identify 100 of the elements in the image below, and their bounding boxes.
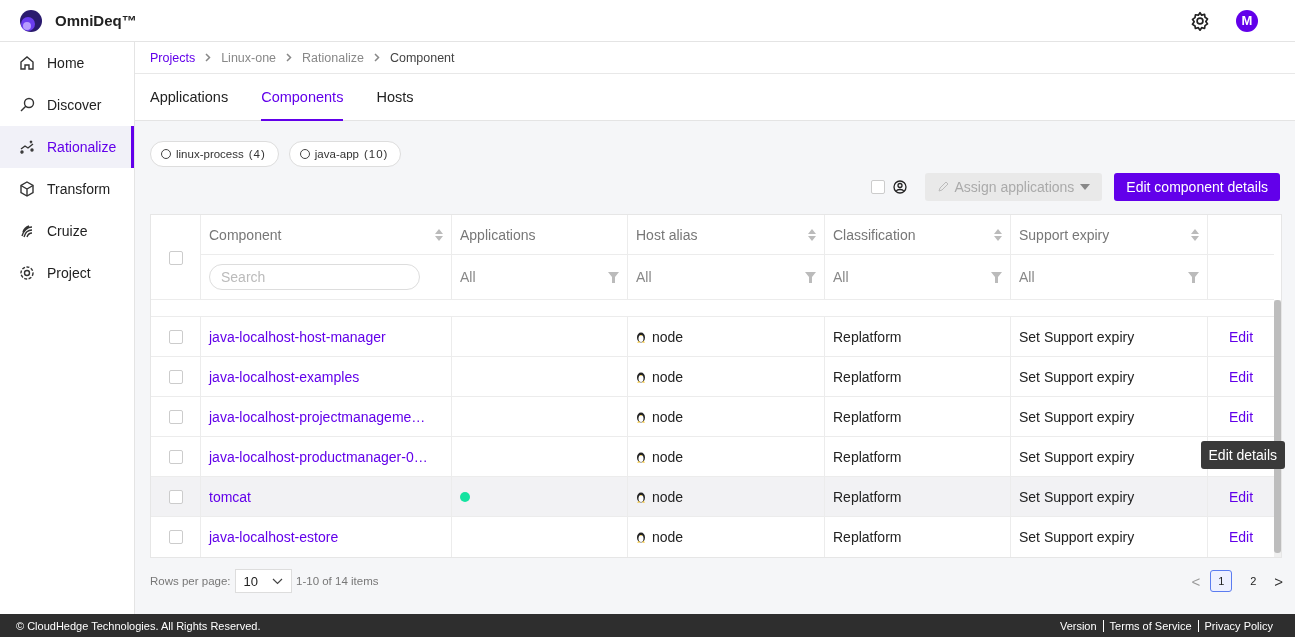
edit-link[interactable]: Edit xyxy=(1228,529,1254,545)
footer-link[interactable]: Privacy Policy xyxy=(1197,619,1279,632)
next-page-button[interactable]: > xyxy=(1274,572,1283,590)
filter-value[interactable]: All xyxy=(833,269,849,285)
penguin-icon xyxy=(636,370,646,383)
user-circle-icon xyxy=(892,180,907,194)
component-link[interactable]: java-localhost-examples xyxy=(209,368,360,385)
page-button[interactable]: 1 xyxy=(1210,570,1233,592)
sidebar-item[interactable]: Project xyxy=(0,252,134,294)
checkbox[interactable] xyxy=(168,489,183,504)
filter-value[interactable]: All xyxy=(460,269,476,285)
chip-label: java-app xyxy=(314,148,359,160)
filter-value[interactable]: All xyxy=(1019,269,1035,285)
sidebar-item[interactable]: Transform xyxy=(0,168,134,210)
sidebar-item[interactable]: Cruize xyxy=(0,210,134,252)
edit-component-details-button[interactable]: Edit component details xyxy=(1114,173,1280,201)
scatter-icon xyxy=(19,139,35,155)
penguin-icon xyxy=(636,531,646,543)
table-cell: Replatform xyxy=(833,488,902,505)
filter-value[interactable]: All xyxy=(636,269,652,285)
filter-icon[interactable] xyxy=(608,271,619,283)
pencil-icon xyxy=(936,181,949,193)
chevron-down-icon xyxy=(272,577,283,585)
chip-count: (4) xyxy=(248,148,266,160)
tooltip: Edit details xyxy=(1200,441,1285,469)
filter-chip[interactable]: linux-process (4) xyxy=(150,141,279,167)
tab[interactable]: Components xyxy=(261,74,344,121)
checkbox[interactable] xyxy=(168,530,183,544)
chip-count: (10) xyxy=(363,148,389,160)
sort-icon[interactable] xyxy=(994,227,1002,242)
caret-icon xyxy=(1080,184,1091,190)
chevron-right-icon xyxy=(205,53,212,62)
filter-icon[interactable] xyxy=(991,271,1002,283)
component-link[interactable]: tomcat xyxy=(209,488,251,505)
app-name: OmniDeq™ xyxy=(55,12,137,29)
search-field[interactable]: Search xyxy=(209,264,420,290)
rows-per-page-label: Rows per page: xyxy=(150,575,231,587)
filter-chip[interactable]: java-app (10) xyxy=(288,141,402,167)
cube-icon xyxy=(19,181,35,197)
column-header: Host alias xyxy=(636,226,698,243)
component-link[interactable]: java-localhost-host-manager xyxy=(209,328,386,345)
breadcrumb-item: Component xyxy=(389,50,455,65)
page-button[interactable]: 2 xyxy=(1242,570,1265,592)
checkbox[interactable] xyxy=(168,329,183,344)
penguin-icon xyxy=(636,490,646,503)
magnifier-icon xyxy=(19,97,35,113)
checkbox[interactable] xyxy=(168,409,183,424)
sidebar-item[interactable]: Home xyxy=(0,42,134,84)
table-cell: node xyxy=(652,408,684,425)
sort-icon[interactable] xyxy=(808,227,816,242)
table-cell: Set Support expiry xyxy=(1019,529,1135,545)
sidebar-item[interactable]: Discover xyxy=(0,84,134,126)
table-cell: node xyxy=(652,448,684,465)
table-cell: node xyxy=(652,488,684,505)
edit-link[interactable]: Edit xyxy=(1228,328,1254,345)
edit-link[interactable]: Edit xyxy=(1228,368,1254,385)
column-header: Applications xyxy=(460,226,536,243)
tab[interactable]: Hosts xyxy=(376,74,414,121)
table-cell: node xyxy=(652,529,684,545)
column-header: Classification xyxy=(833,226,916,243)
table-cell: Replatform xyxy=(833,448,902,465)
rows-per-page-select[interactable]: 10 xyxy=(234,569,292,593)
table-cell: Set Support expiry xyxy=(1019,328,1135,345)
breadcrumb-link[interactable]: Projects xyxy=(150,50,196,65)
user-avatar[interactable]: M xyxy=(1236,9,1258,32)
checkbox[interactable] xyxy=(870,180,885,194)
column-header: Component xyxy=(209,226,282,243)
penguin-icon xyxy=(636,330,646,343)
sort-icon[interactable] xyxy=(1191,227,1199,242)
table-cell: node xyxy=(652,368,684,385)
chevron-right-icon xyxy=(286,53,293,62)
checkbox[interactable] xyxy=(168,369,183,384)
fingerprint-icon xyxy=(19,223,35,239)
table-cell: Set Support expiry xyxy=(1019,408,1135,425)
checkbox[interactable] xyxy=(168,250,183,265)
component-link[interactable]: java-localhost-productmanager-0… xyxy=(209,448,428,465)
chevron-right-icon xyxy=(373,53,380,62)
sort-icon[interactable] xyxy=(435,227,443,242)
edit-link[interactable]: Edit xyxy=(1228,488,1254,505)
footer-link[interactable]: Version xyxy=(1053,619,1103,632)
footer-link[interactable]: Terms of Service xyxy=(1102,619,1198,632)
table-cell: Replatform xyxy=(833,408,902,425)
settings-icon[interactable] xyxy=(1190,10,1210,31)
table-cell: Set Support expiry xyxy=(1019,488,1135,505)
filter-icon[interactable] xyxy=(1188,271,1199,283)
sidebar-item[interactable]: Rationalize xyxy=(0,126,134,168)
table-cell: Set Support expiry xyxy=(1019,448,1135,465)
checkbox[interactable] xyxy=(168,449,183,464)
filter-icon[interactable] xyxy=(805,271,816,283)
tab[interactable]: Applications xyxy=(150,74,229,121)
logo-icon xyxy=(19,7,43,34)
table-cell: Replatform xyxy=(833,368,902,385)
component-link[interactable]: java-localhost-estore xyxy=(209,529,339,545)
item-range: 1-10 of 14 items xyxy=(296,575,379,587)
chip-label: linux-process xyxy=(176,148,244,160)
table-cell: node xyxy=(652,328,684,345)
copyright-text: © CloudHedge Technologies. All Rights Reserved. xyxy=(16,619,261,632)
breadcrumb-item: Linux-one xyxy=(221,50,277,65)
component-link[interactable]: java-localhost-projectmanageme… xyxy=(209,408,426,425)
edit-link[interactable]: Edit xyxy=(1228,408,1254,425)
